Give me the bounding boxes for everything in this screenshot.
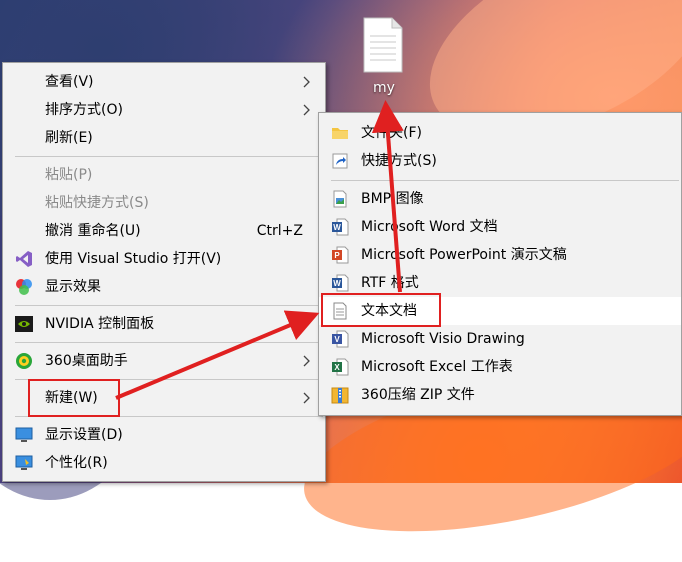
menu-item-360-desktop-assistant[interactable]: 360桌面助手 bbox=[3, 347, 325, 375]
menu-item-open-with-visual-studio[interactable]: 使用 Visual Studio 打开(V) bbox=[3, 245, 325, 273]
menu-item-display-effects[interactable]: 显示效果 bbox=[3, 273, 325, 301]
submenu-item-excel-worksheet[interactable]: X Microsoft Excel 工作表 bbox=[319, 353, 681, 381]
submenu-item-bmp-image[interactable]: BMP 图像 bbox=[319, 185, 681, 213]
powerpoint-icon: P bbox=[332, 246, 349, 264]
excel-icon: X bbox=[332, 358, 349, 376]
svg-text:V: V bbox=[334, 335, 340, 344]
submenu-item-folder[interactable]: 文件夹(F) bbox=[319, 119, 681, 147]
word-icon: W bbox=[332, 218, 349, 236]
menu-item-paste[interactable]: 粘贴(P) bbox=[3, 161, 325, 189]
menu-item-undo-rename[interactable]: 撤消 重命名(U) Ctrl+Z bbox=[3, 217, 325, 245]
menu-separator bbox=[331, 180, 679, 181]
rtf-icon: W bbox=[332, 274, 349, 292]
desktop-context-menu: 查看(V) 排序方式(O) 刷新(E) 粘贴(P) 粘贴快捷方式(S) 撤消 重… bbox=[2, 62, 326, 482]
highlight-box-new bbox=[28, 379, 120, 417]
submenu-item-360-zip[interactable]: 360压缩 ZIP 文件 bbox=[319, 381, 681, 409]
folder-icon bbox=[332, 128, 348, 139]
file-name-label[interactable]: my bbox=[362, 80, 406, 96]
menu-item-sort-by[interactable]: 排序方式(O) bbox=[3, 96, 325, 124]
menu-item-personalize[interactable]: 个性化(R) bbox=[3, 449, 325, 477]
menu-item-refresh[interactable]: 刷新(E) bbox=[3, 124, 325, 152]
new-submenu: 文件夹(F) 快捷方式(S) BMP 图像 W Microsoft Word 文… bbox=[318, 112, 682, 416]
svg-text:X: X bbox=[334, 363, 340, 372]
chevron-right-icon bbox=[303, 76, 310, 88]
chevron-right-icon bbox=[303, 104, 310, 116]
chevron-right-icon bbox=[303, 355, 310, 367]
svg-text:W: W bbox=[333, 279, 341, 288]
monitor-icon bbox=[15, 427, 33, 442]
zip-archive-icon bbox=[331, 387, 349, 404]
menu-item-paste-shortcut[interactable]: 粘贴快捷方式(S) bbox=[3, 189, 325, 217]
360-assistant-icon bbox=[16, 353, 32, 369]
highlight-box-text-document bbox=[321, 293, 441, 327]
shortcut-icon bbox=[332, 153, 348, 169]
chevron-right-icon bbox=[303, 392, 310, 404]
submenu-item-powerpoint-presentation[interactable]: P Microsoft PowerPoint 演示文稿 bbox=[319, 241, 681, 269]
nvidia-icon bbox=[15, 316, 33, 332]
submenu-item-word-document[interactable]: W Microsoft Word 文档 bbox=[319, 213, 681, 241]
submenu-item-shortcut[interactable]: 快捷方式(S) bbox=[319, 147, 681, 175]
display-effects-icon bbox=[16, 279, 32, 295]
menu-item-nvidia-control-panel[interactable]: NVIDIA 控制面板 bbox=[3, 310, 325, 338]
menu-separator bbox=[15, 305, 323, 306]
personalize-icon bbox=[15, 455, 33, 470]
visual-studio-icon bbox=[16, 251, 32, 267]
svg-text:W: W bbox=[333, 223, 341, 232]
menu-separator bbox=[15, 342, 323, 343]
submenu-item-visio-drawing[interactable]: V Microsoft Visio Drawing bbox=[319, 325, 681, 353]
shortcut-label: Ctrl+Z bbox=[256, 223, 303, 239]
bmp-image-icon bbox=[333, 190, 347, 208]
menu-separator bbox=[15, 156, 323, 157]
visio-icon: V bbox=[332, 330, 349, 348]
menu-item-display-settings[interactable]: 显示设置(D) bbox=[3, 421, 325, 449]
svg-text:P: P bbox=[334, 251, 340, 260]
menu-item-view[interactable]: 查看(V) bbox=[3, 68, 325, 96]
text-file-icon[interactable] bbox=[360, 16, 406, 74]
